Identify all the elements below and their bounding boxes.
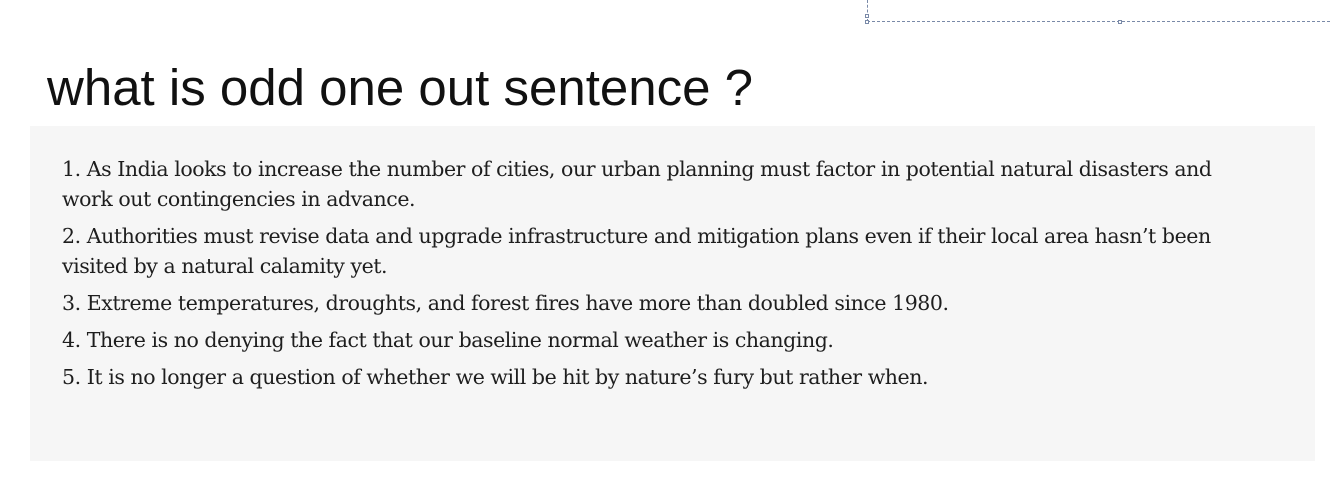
- resize-handle[interactable]: [865, 14, 869, 18]
- sentence-1: 1. As India looks to increase the number…: [62, 157, 1212, 211]
- question-title: what is odd one out sentence ?: [47, 59, 754, 116]
- sentence-5: 5. It is no longer a question of whether…: [62, 365, 929, 389]
- text-box-selection-frame[interactable]: [865, 0, 1330, 24]
- resize-handle[interactable]: [865, 20, 869, 24]
- sentence-3: 3. Extreme temperatures, droughts, and f…: [62, 291, 949, 315]
- passage-image: 1. As India looks to increase the number…: [30, 126, 1315, 461]
- sentence-4: 4. There is no denying the fact that our…: [62, 328, 834, 352]
- sentence-2: 2. Authorities must revise data and upgr…: [62, 224, 1211, 278]
- resize-handle[interactable]: [1118, 20, 1122, 24]
